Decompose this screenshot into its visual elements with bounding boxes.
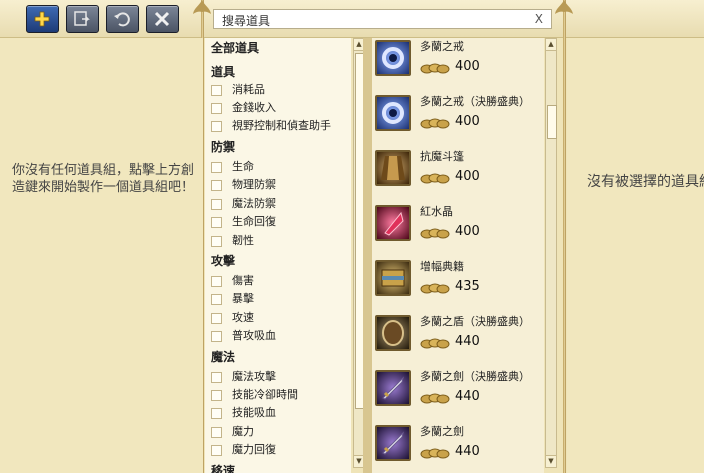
item-card[interactable]: 多蘭之戒（決勝盛典） 400 xyxy=(372,95,544,150)
item-card[interactable]: 增幅典籍 435 xyxy=(372,260,544,315)
clear-search-button[interactable]: X xyxy=(535,12,543,26)
filter-all[interactable]: 全部道具 xyxy=(211,39,259,57)
checkbox[interactable] xyxy=(211,276,222,287)
filter-panel: 全部道具 道具 消耗品 金錢收入 視野控制和偵查助手 防禦 生命 物理防禦 魔法… xyxy=(205,38,351,473)
ring-icon xyxy=(375,95,411,131)
ornament-icon xyxy=(555,0,573,14)
checkbox[interactable] xyxy=(211,331,222,342)
search-text: 搜尋道具 xyxy=(222,14,271,28)
gold-coin-icon xyxy=(420,448,450,459)
add-button[interactable] xyxy=(26,5,59,33)
checkbox[interactable] xyxy=(211,103,222,114)
item-set-panel: 你沒有任何道具組，點擊上方創造鍵來開始製作一個道具組吧！ xyxy=(0,38,203,473)
no-selection-message: 沒有被選擇的道具組 xyxy=(587,174,704,190)
item-detail-panel: 沒有被選擇的道具組 xyxy=(567,38,704,473)
filter-group-title: 攻擊 xyxy=(211,254,236,268)
empty-item-set-message: 你沒有任何道具組，點擊上方創造鍵來開始製作一個道具組吧！ xyxy=(12,163,195,195)
gold-coin-icon xyxy=(420,393,450,404)
item-price: 435 xyxy=(455,279,480,294)
item-name: 多蘭之劍 xyxy=(420,425,464,438)
panel-separator xyxy=(363,38,372,473)
item-list: 多蘭之戒 400 多蘭之戒（決勝盛典） 400 抗魔斗篷 400 紅水晶 400… xyxy=(372,38,544,473)
export-icon xyxy=(74,11,90,26)
checkbox[interactable] xyxy=(211,121,222,132)
item-name: 多蘭之盾（決勝盛典） xyxy=(420,315,530,328)
tome-icon xyxy=(375,260,411,296)
gold-coin-icon xyxy=(420,228,450,239)
item-price: 440 xyxy=(455,389,480,404)
gold-coin-icon xyxy=(420,283,450,294)
item-price: 400 xyxy=(455,169,480,184)
search-input[interactable]: 搜尋道具 X xyxy=(213,9,552,29)
item-card[interactable]: 多蘭之戒 400 xyxy=(372,40,544,95)
checkbox[interactable] xyxy=(211,85,222,96)
filter-group-title: 道具 xyxy=(211,65,236,79)
undo-button[interactable] xyxy=(106,5,139,33)
item-card[interactable]: 多蘭之盾（決勝盛典） 440 xyxy=(372,315,544,370)
delete-icon xyxy=(154,11,170,27)
item-name: 多蘭之劍（決勝盛典） xyxy=(420,370,530,383)
checkbox[interactable] xyxy=(211,390,222,401)
gold-coin-icon xyxy=(420,338,450,349)
filter-group-title: 魔法 xyxy=(211,350,236,364)
item-card[interactable]: 抗魔斗篷 400 xyxy=(372,150,544,205)
item-scrollbar[interactable]: ▲ ▼ xyxy=(545,38,557,468)
item-name: 抗魔斗篷 xyxy=(420,150,464,163)
crystal-icon xyxy=(375,205,411,241)
checkbox[interactable] xyxy=(211,294,222,305)
checkbox[interactable] xyxy=(211,199,222,210)
item-price: 400 xyxy=(455,224,480,239)
item-card[interactable]: 多蘭之劍（決勝盛典） 440 xyxy=(372,370,544,425)
export-button[interactable] xyxy=(66,5,99,33)
item-name: 紅水晶 xyxy=(420,205,453,218)
gold-coin-icon xyxy=(420,173,450,184)
scroll-down-icon[interactable]: ▼ xyxy=(546,455,556,467)
sword-icon xyxy=(375,370,411,406)
gold-coin-icon xyxy=(420,118,450,129)
sword-icon xyxy=(375,425,411,461)
item-card[interactable]: 紅水晶 400 xyxy=(372,205,544,260)
delete-button[interactable] xyxy=(146,5,179,33)
item-card[interactable]: 多蘭之劍 440 xyxy=(372,425,544,473)
item-price: 440 xyxy=(455,334,480,349)
checkbox[interactable] xyxy=(211,427,222,438)
item-price: 400 xyxy=(455,59,480,74)
scroll-up-icon[interactable]: ▲ xyxy=(546,39,556,51)
checkbox[interactable] xyxy=(211,313,222,324)
checkbox[interactable] xyxy=(211,408,222,419)
filter-group-title: 防禦 xyxy=(211,140,236,154)
undo-icon xyxy=(114,12,130,27)
add-icon xyxy=(34,11,50,27)
item-price: 440 xyxy=(455,444,480,459)
checkbox[interactable] xyxy=(211,236,222,247)
item-name: 多蘭之戒 xyxy=(420,40,464,53)
ring-icon xyxy=(375,40,411,76)
scroll-thumb[interactable] xyxy=(547,105,557,139)
ornament-icon xyxy=(193,0,211,14)
item-name: 多蘭之戒（決勝盛典） xyxy=(420,95,530,108)
item-price: 400 xyxy=(455,114,480,129)
checkbox[interactable] xyxy=(211,372,222,383)
filter-group-title: 移速 xyxy=(211,464,236,473)
checkbox[interactable] xyxy=(211,162,222,173)
gold-coin-icon xyxy=(420,63,450,74)
panel-divider xyxy=(563,0,566,473)
cloak-icon xyxy=(375,150,411,186)
shield-icon xyxy=(375,315,411,351)
checkbox[interactable] xyxy=(211,445,222,456)
checkbox[interactable] xyxy=(211,180,222,191)
checkbox[interactable] xyxy=(211,217,222,228)
item-name: 增幅典籍 xyxy=(420,260,464,273)
